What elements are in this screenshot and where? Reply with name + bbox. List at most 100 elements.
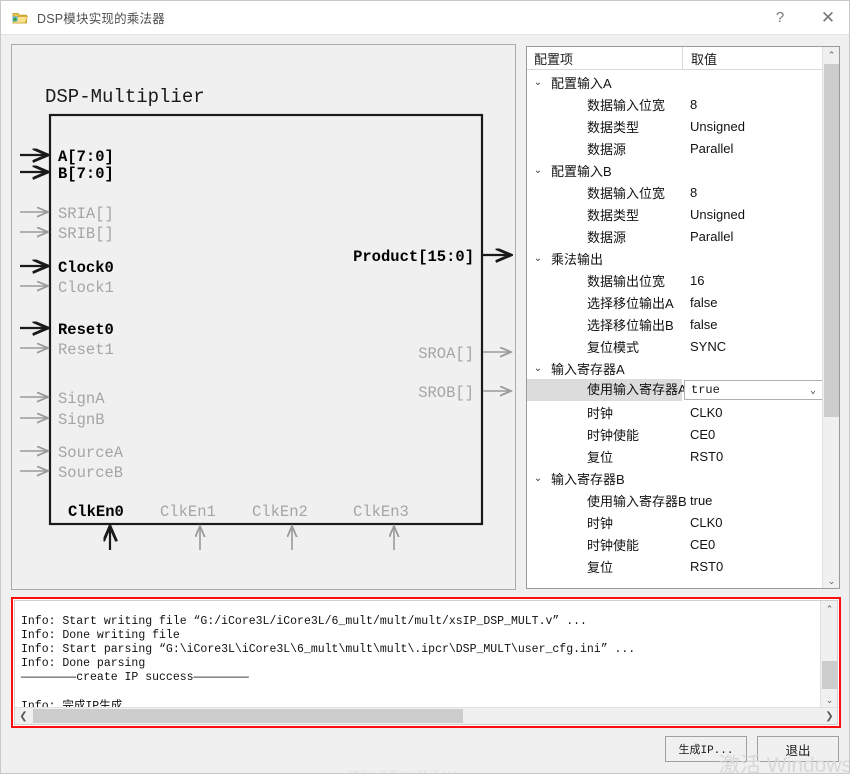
diagram-port-label: Clock1 (58, 279, 114, 297)
tree-item-value: CE0 (682, 427, 715, 442)
diagram-port-label: Product[15:0] (353, 248, 474, 266)
tree-group-label: 配置输入A (549, 73, 612, 92)
tree-leaf-row[interactable]: 时钟使能CE0 (527, 533, 823, 555)
diagram-port-label: ClkEn3 (353, 503, 409, 521)
block-diagram-panel: DSP-Multiplier A[7:0] B[7:0] SRIA[] SRIB… (11, 44, 516, 590)
scroll-up-icon[interactable]: ⌃ (823, 47, 840, 64)
value-dropdown[interactable]: true ⌄ (684, 380, 823, 400)
tree-group-label: 配置输入B (549, 161, 612, 180)
tree-item-label: 数据输出位宽 (527, 271, 682, 290)
tree-leaf-row[interactable]: 使用输入寄存器Atrue ⌄ (527, 379, 823, 401)
tree-item-value: 16 (682, 273, 704, 288)
tree-item-label: 使用输入寄存器A (527, 379, 682, 401)
scrollbar-thumb[interactable] (824, 64, 839, 417)
diagram-port-label: A[7:0] (58, 148, 114, 166)
tree-leaf-row[interactable]: 复位模式SYNC (527, 335, 823, 357)
scrollbar-thumb[interactable] (33, 709, 463, 723)
tree-group-row[interactable]: ⌄配置输入A (527, 71, 823, 93)
tree-item-value: true (682, 493, 712, 508)
exit-button[interactable]: 退出 (757, 736, 839, 762)
tree-item-value: false (682, 317, 717, 332)
log-vertical-scrollbar[interactable]: ⌃ ⌄ (820, 601, 837, 709)
tree-leaf-row[interactable]: 复位RST0 (527, 555, 823, 577)
tree-leaf-row[interactable]: 数据类型Unsigned (527, 203, 823, 225)
chevron-down-icon[interactable]: ⌄ (527, 165, 549, 176)
tree-item-label: 使用输入寄存器B (527, 491, 682, 510)
diagram-port-label: SignA (58, 390, 105, 408)
diagram-port-label: Clock0 (58, 259, 114, 277)
tree-item-value: false (682, 295, 717, 310)
scrollbar-thumb[interactable] (822, 661, 837, 689)
exit-label: 退出 (785, 740, 810, 759)
tree-item-value: 8 (682, 185, 697, 200)
tree-leaf-row[interactable]: 选择移位输出Bfalse (527, 313, 823, 335)
chevron-down-icon[interactable]: ⌄ (527, 363, 549, 374)
tree-item-value: Parallel (682, 141, 733, 156)
tree-leaf-row[interactable]: 时钟CLK0 (527, 401, 823, 423)
tree-group-label: 乘法输出 (549, 249, 603, 268)
tree-leaf-row[interactable]: 数据源Parallel (527, 225, 823, 247)
diagram-port-label: ClkEn1 (160, 503, 216, 521)
tree-group-row[interactable]: ⌄输入寄存器B (527, 467, 823, 489)
tree-item-label: 数据类型 (527, 205, 682, 224)
scroll-left-icon[interactable]: ❮ (15, 708, 32, 724)
tree-item-label: 数据输入位宽 (527, 95, 682, 114)
windows-activation-subtext: 转到“设置”以激活 Windows。 (1, 767, 850, 774)
tree-group-row[interactable]: ⌄输入寄存器A (527, 357, 823, 379)
tree-vertical-scrollbar[interactable]: ⌃ ⌄ (822, 47, 839, 589)
tree-leaf-row[interactable]: 使用输入寄存器Btrue (527, 489, 823, 511)
tree-item-label: 选择移位输出B (527, 315, 682, 334)
chevron-down-icon[interactable]: ⌄ (527, 77, 549, 88)
chevron-down-icon[interactable]: ⌄ (527, 253, 549, 264)
diagram-port-label: SourceA (58, 444, 124, 462)
tree-item-label: 复位模式 (527, 337, 682, 356)
value-dropdown-text: true (685, 383, 720, 397)
tree-item-label: 数据输入位宽 (527, 183, 682, 202)
diagram-port-label: SourceB (58, 464, 123, 482)
log-horizontal-scrollbar[interactable]: ❮ ❯ (15, 707, 838, 724)
tree-item-value: Parallel (682, 229, 733, 244)
tree-leaf-row[interactable]: 数据输出位宽16 (527, 269, 823, 291)
tree-item-label: 时钟使能 (527, 535, 682, 554)
tree-item-value: 8 (682, 97, 697, 112)
tree-leaf-row[interactable]: 数据源Parallel (527, 137, 823, 159)
log-text: Info: Start writing file “G:/iCore3L/iCo… (21, 615, 821, 714)
tree-leaf-row[interactable]: 复位RST0 (527, 445, 823, 467)
log-console[interactable]: Info: Start writing file “G:/iCore3L/iCo… (14, 600, 838, 725)
diagram-port-label: SROB[] (418, 384, 474, 402)
tree-item-label: 选择移位输出A (527, 293, 682, 312)
log-console-outline: Info: Start writing file “G:/iCore3L/iCo… (11, 597, 841, 728)
folder-icon (12, 10, 28, 26)
chevron-down-icon[interactable]: ⌄ (527, 473, 549, 484)
tree-item-label: 复位 (527, 557, 682, 576)
chevron-down-icon[interactable]: ⌄ (810, 381, 816, 401)
help-button[interactable]: ? (757, 1, 803, 34)
tree-item-label: 数据源 (527, 139, 682, 158)
tree-group-row[interactable]: ⌄配置输入B (527, 159, 823, 181)
tree-header-row: 配置项 取值 (527, 47, 839, 70)
tree-leaf-row[interactable]: 数据输入位宽8 (527, 93, 823, 115)
block-diagram: DSP-Multiplier A[7:0] B[7:0] SRIA[] SRIB… (12, 45, 515, 589)
scroll-right-icon[interactable]: ❯ (821, 708, 838, 724)
tree-group-row[interactable]: ⌄乘法输出 (527, 247, 823, 269)
tree-header-value: 取值 (683, 49, 717, 68)
tree-leaf-row[interactable]: 时钟CLK0 (527, 511, 823, 533)
tree-leaf-row[interactable]: 时钟使能CE0 (527, 423, 823, 445)
diagram-port-label: B[7:0] (58, 165, 114, 183)
generate-ip-button[interactable]: 生成IP... (665, 736, 747, 762)
tree-leaf-row[interactable]: 选择移位输出Afalse (527, 291, 823, 313)
tree-item-label: 数据源 (527, 227, 682, 246)
tree-item-value: Unsigned (682, 119, 745, 134)
window-titlebar: DSP模块实现的乘法器 ? ✕ (1, 1, 850, 35)
tree-leaf-row[interactable]: 数据输入位宽8 (527, 181, 823, 203)
tree-group-label: 输入寄存器B (549, 469, 625, 488)
diagram-title: DSP-Multiplier (45, 86, 205, 108)
close-button[interactable]: ✕ (805, 1, 850, 34)
window-title: DSP模块实现的乘法器 (37, 8, 165, 27)
tree-leaf-row[interactable]: 数据类型Unsigned (527, 115, 823, 137)
tree-item-value: RST0 (682, 559, 723, 574)
scroll-up-icon[interactable]: ⌃ (821, 601, 838, 618)
diagram-port-label: SROA[] (418, 345, 474, 363)
tree-item-label: 时钟 (527, 403, 682, 422)
scroll-down-icon[interactable]: ⌄ (823, 573, 840, 589)
